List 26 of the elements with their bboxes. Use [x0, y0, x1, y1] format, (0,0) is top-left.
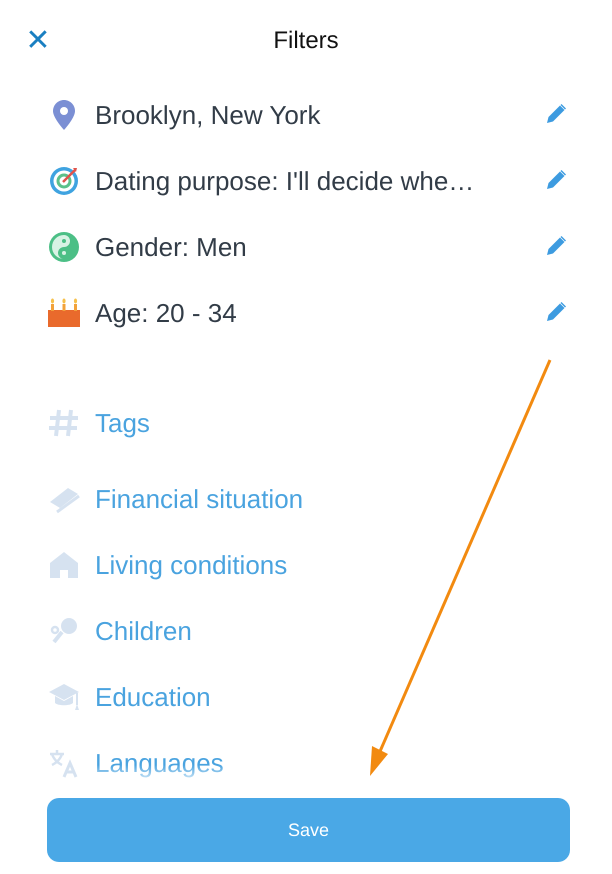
graduation-cap-icon [48, 682, 80, 712]
filter-link[interactable]: Financial situation [95, 484, 304, 514]
translate-icon [48, 748, 80, 778]
cake-icon [47, 298, 81, 328]
filter-value: Gender: Men [95, 232, 248, 262]
yin-yang-icon [48, 231, 80, 263]
pencil-icon [544, 168, 568, 192]
filter-value: Brooklyn, New York [95, 100, 322, 130]
filter-link[interactable]: Children [95, 616, 192, 646]
house-icon [49, 551, 79, 579]
filter-link[interactable]: Living conditions [95, 550, 288, 580]
filter-link[interactable]: Languages [95, 748, 224, 778]
filter-value: Age: 20 - 34 [95, 298, 238, 328]
filter-link[interactable]: Tags [95, 408, 150, 438]
pencil-icon [544, 234, 568, 258]
pencil-icon [544, 102, 568, 126]
filter-value: Dating purpose: I'll decide whe… [95, 166, 476, 196]
pencil-icon [544, 300, 568, 324]
filter-link[interactable]: Education [95, 682, 211, 712]
pacifier-icon [49, 616, 79, 646]
hashtag-icon [48, 408, 80, 438]
map-pin-icon [52, 99, 76, 131]
save-button[interactable]: Save [47, 798, 570, 862]
close-button[interactable]: ✕ [24, 24, 52, 58]
target-icon [48, 165, 80, 197]
page-title: Filters [273, 27, 339, 55]
